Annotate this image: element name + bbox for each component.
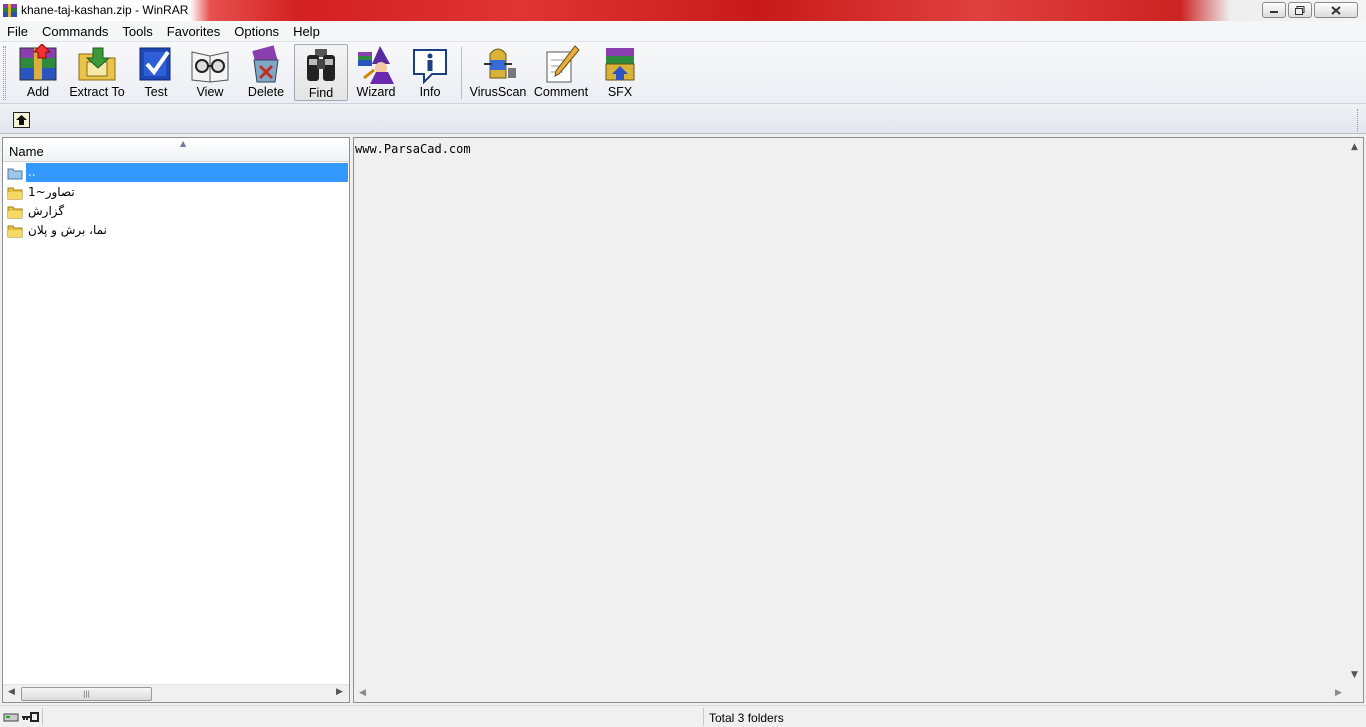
close-icon xyxy=(1331,5,1341,15)
status-summary: Total 3 folders xyxy=(709,711,784,725)
wizard-label: Wizard xyxy=(356,85,396,99)
menu-favorites[interactable]: Favorites xyxy=(160,24,227,39)
extract-to-label: Extract To xyxy=(69,85,125,99)
test-button[interactable]: Test xyxy=(134,44,178,101)
minimize-button[interactable] xyxy=(1262,2,1286,18)
list-item-folder[interactable]: تصاور~1 xyxy=(7,183,349,202)
view-button[interactable]: View xyxy=(188,44,232,101)
find-binoculars-icon xyxy=(307,49,335,81)
wizard-button[interactable]: Wizard xyxy=(354,44,398,101)
info-icon xyxy=(413,49,447,84)
menu-options[interactable]: Options xyxy=(227,24,286,39)
scroll-down-icon[interactable]: ▼ xyxy=(1351,670,1358,680)
status-separator xyxy=(42,708,43,726)
title-bar[interactable]: khane-taj-kashan.zip - WinRAR xyxy=(0,0,1366,21)
toolbar: Add Extract To Test View Delete Find Wiz… xyxy=(0,42,1366,104)
list-item-folder[interactable]: نما، برش و پلان xyxy=(7,221,349,240)
toolbar-grip[interactable] xyxy=(3,46,6,100)
list-item-folder[interactable]: گزارش xyxy=(7,202,349,221)
list-item-label: .. xyxy=(26,163,348,182)
address-bar-grip[interactable] xyxy=(1357,109,1360,131)
virus-scan-button[interactable]: VirusScan xyxy=(470,44,526,101)
key-icon[interactable] xyxy=(21,711,39,723)
add-button[interactable]: Add xyxy=(14,44,62,101)
info-label: Info xyxy=(419,85,441,99)
file-list-horizontal-scrollbar[interactable]: ◀ ||| ▶ xyxy=(3,684,349,702)
file-list-pane: ▲ Name .. تصاور~1 گزارش نما، برش و پلان … xyxy=(2,137,350,703)
test-icon xyxy=(139,47,171,81)
up-folder-icon xyxy=(16,115,27,125)
add-archive-icon xyxy=(19,44,57,81)
add-label: Add xyxy=(26,85,50,99)
menu-tools[interactable]: Tools xyxy=(115,24,159,39)
folder-icon xyxy=(7,206,23,218)
maximize-icon xyxy=(1295,5,1305,15)
sort-ascending-icon: ▲ xyxy=(180,139,187,148)
up-folder-button[interactable] xyxy=(13,112,30,128)
wizard-icon xyxy=(358,46,394,84)
status-separator xyxy=(703,708,704,726)
column-name-label: Name xyxy=(9,144,44,159)
test-label: Test xyxy=(144,85,168,99)
menu-bar: File Commands Tools Favorites Options He… xyxy=(0,21,1366,42)
status-bar: Total 3 folders xyxy=(0,705,1366,727)
winrar-app-icon xyxy=(3,4,17,17)
list-item-label: گزارش xyxy=(28,204,65,218)
toolbar-separator xyxy=(461,47,462,99)
comment-button[interactable]: Comment xyxy=(533,44,589,101)
comment-horizontal-scrollbar[interactable]: ◀ ▶ xyxy=(354,684,1347,702)
delete-button[interactable]: Delete xyxy=(244,44,288,101)
maximize-button[interactable] xyxy=(1288,2,1312,18)
folder-icon xyxy=(7,225,23,237)
view-label: View xyxy=(196,85,224,99)
menu-file[interactable]: File xyxy=(0,24,35,39)
parent-folder-icon xyxy=(7,168,23,179)
sfx-button[interactable]: SFX xyxy=(598,44,642,101)
extract-to-button[interactable]: Extract To xyxy=(69,44,125,101)
comment-label: Comment xyxy=(533,85,589,99)
delete-label: Delete xyxy=(247,85,285,99)
sfx-icon xyxy=(605,48,635,81)
list-item-parent[interactable]: .. xyxy=(7,163,349,182)
comment-vertical-scrollbar[interactable]: ▲ ▼ xyxy=(1347,138,1363,684)
scroll-left-icon[interactable]: ◀ xyxy=(359,688,366,698)
menu-help[interactable]: Help xyxy=(286,24,327,39)
find-button[interactable]: Find xyxy=(294,44,348,101)
address-bar xyxy=(0,105,1366,134)
menu-commands[interactable]: Commands xyxy=(35,24,115,39)
list-item-label: تصاور~1 xyxy=(28,185,75,199)
scroll-right-icon[interactable]: ▶ xyxy=(336,687,343,697)
scroll-left-icon[interactable]: ◀ xyxy=(8,687,15,697)
extract-to-icon xyxy=(78,47,116,81)
scroll-right-icon[interactable]: ▶ xyxy=(1335,688,1342,698)
folder-icon xyxy=(7,187,23,199)
virus-scan-icon xyxy=(484,48,516,79)
window-title: khane-taj-kashan.zip - WinRAR xyxy=(21,3,189,17)
drive-icon[interactable] xyxy=(3,711,19,723)
virus-scan-label: VirusScan xyxy=(469,85,527,99)
list-item-label: نما، برش و پلان xyxy=(28,223,107,237)
comment-icon xyxy=(546,45,580,83)
archive-comment-text: www.ParsaCad.com xyxy=(355,142,471,156)
info-button[interactable]: Info xyxy=(408,44,452,101)
delete-icon xyxy=(252,45,279,83)
close-button[interactable] xyxy=(1314,2,1358,18)
view-icon xyxy=(191,51,229,83)
scroll-up-icon[interactable]: ▲ xyxy=(1351,142,1358,152)
sfx-label: SFX xyxy=(607,85,633,99)
column-header-name[interactable]: ▲ Name xyxy=(3,138,349,162)
comment-pane[interactable]: www.ParsaCad.com ▲ ▼ ◀ ▶ xyxy=(353,137,1364,703)
scroll-thumb[interactable]: ||| xyxy=(21,687,152,701)
minimize-icon xyxy=(1270,11,1278,13)
find-label: Find xyxy=(308,86,334,100)
